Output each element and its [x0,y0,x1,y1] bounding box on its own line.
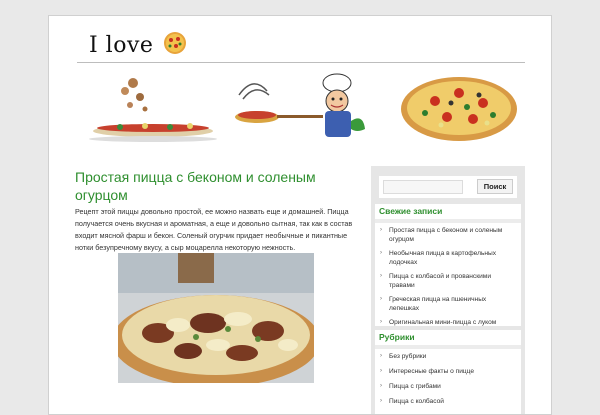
recent-post-link[interactable]: › Необычная пицца в картофельных лодочках [379,249,515,267]
category-label: Интересные факты о пицце [389,368,475,375]
post-excerpt: Рецепт этой пиццы довольно простой, ее м… [75,207,353,252]
arrow-icon: › [380,383,382,389]
arrow-icon: › [380,319,382,325]
search-widget: Поиск [379,176,517,198]
recent-posts-list: › Простая пицца с беконом и соленым огурц… [379,226,515,332]
category-link[interactable]: › Пицца с колбасой [379,397,515,406]
category-link[interactable]: › Интересные факты о пицце [379,367,515,376]
category-label: Без рубрики [389,353,427,360]
category-link[interactable]: › Пицца с грибами [379,382,515,391]
arrow-icon: › [380,398,382,404]
recent-post-link[interactable]: › Простая пицца с беконом и соленым огурц… [379,226,515,244]
banner-image-chef [233,73,369,145]
post-image-pizza [118,253,314,383]
category-label: Пицца с грибами [389,383,441,390]
recent-posts-title: Свежие записи [379,206,443,216]
site-logo[interactable]: I love [89,33,153,58]
header-divider [77,62,525,63]
arrow-icon: › [380,296,382,302]
sidebar: Поиск Свежие записи › Простая пицца с бек… [371,166,525,414]
banner-image-toppings [85,73,221,145]
categories-list: › Без рубрики › Интересные факты о пицце ›… [379,352,515,412]
recent-post-label: Необычная пицца в картофельных лодочках [389,250,497,266]
arrow-icon: › [380,227,382,233]
recent-post-link[interactable]: › Пицца с колбасой и прованскими травами [379,272,515,290]
categories-widget: Рубрики › Без рубрики › Интересные факты о… [375,330,521,414]
recent-post-label: Простая пицца с беконом и соленым огурцо… [389,227,503,243]
post-title[interactable]: Простая пицца с беконом и соленым огурцо… [75,168,345,204]
categories-title: Рубрики [379,332,415,342]
arrow-icon: › [380,250,382,256]
widget-divider [375,345,521,349]
banner-image-pizza [395,73,523,145]
search-button[interactable]: Поиск [477,179,513,194]
category-link[interactable]: › Без рубрики [379,352,515,361]
widget-divider [375,219,521,223]
arrow-icon: › [380,368,382,374]
pizza-logo-icon [164,32,186,54]
recent-post-link[interactable]: › Оригинальная мини-пицца с луком [379,318,515,327]
category-label: Пицца с колбасой [389,398,444,405]
arrow-icon: › [380,273,382,279]
arrow-icon: › [380,353,382,359]
recent-posts-widget: Свежие записи › Простая пицца с беконом и… [375,204,521,326]
recent-post-link[interactable]: › Греческая пицца на пшеничных лепешках [379,295,515,313]
search-input[interactable] [383,180,463,194]
recent-post-label: Оригинальная мини-пицца с луком [389,319,497,326]
recent-post-label: Пицца с колбасой и прованскими травами [389,273,492,289]
page-container: I love Простая пицца с беконом и соленым… [48,15,552,415]
recent-post-label: Греческая пицца на пшеничных лепешках [389,296,487,312]
